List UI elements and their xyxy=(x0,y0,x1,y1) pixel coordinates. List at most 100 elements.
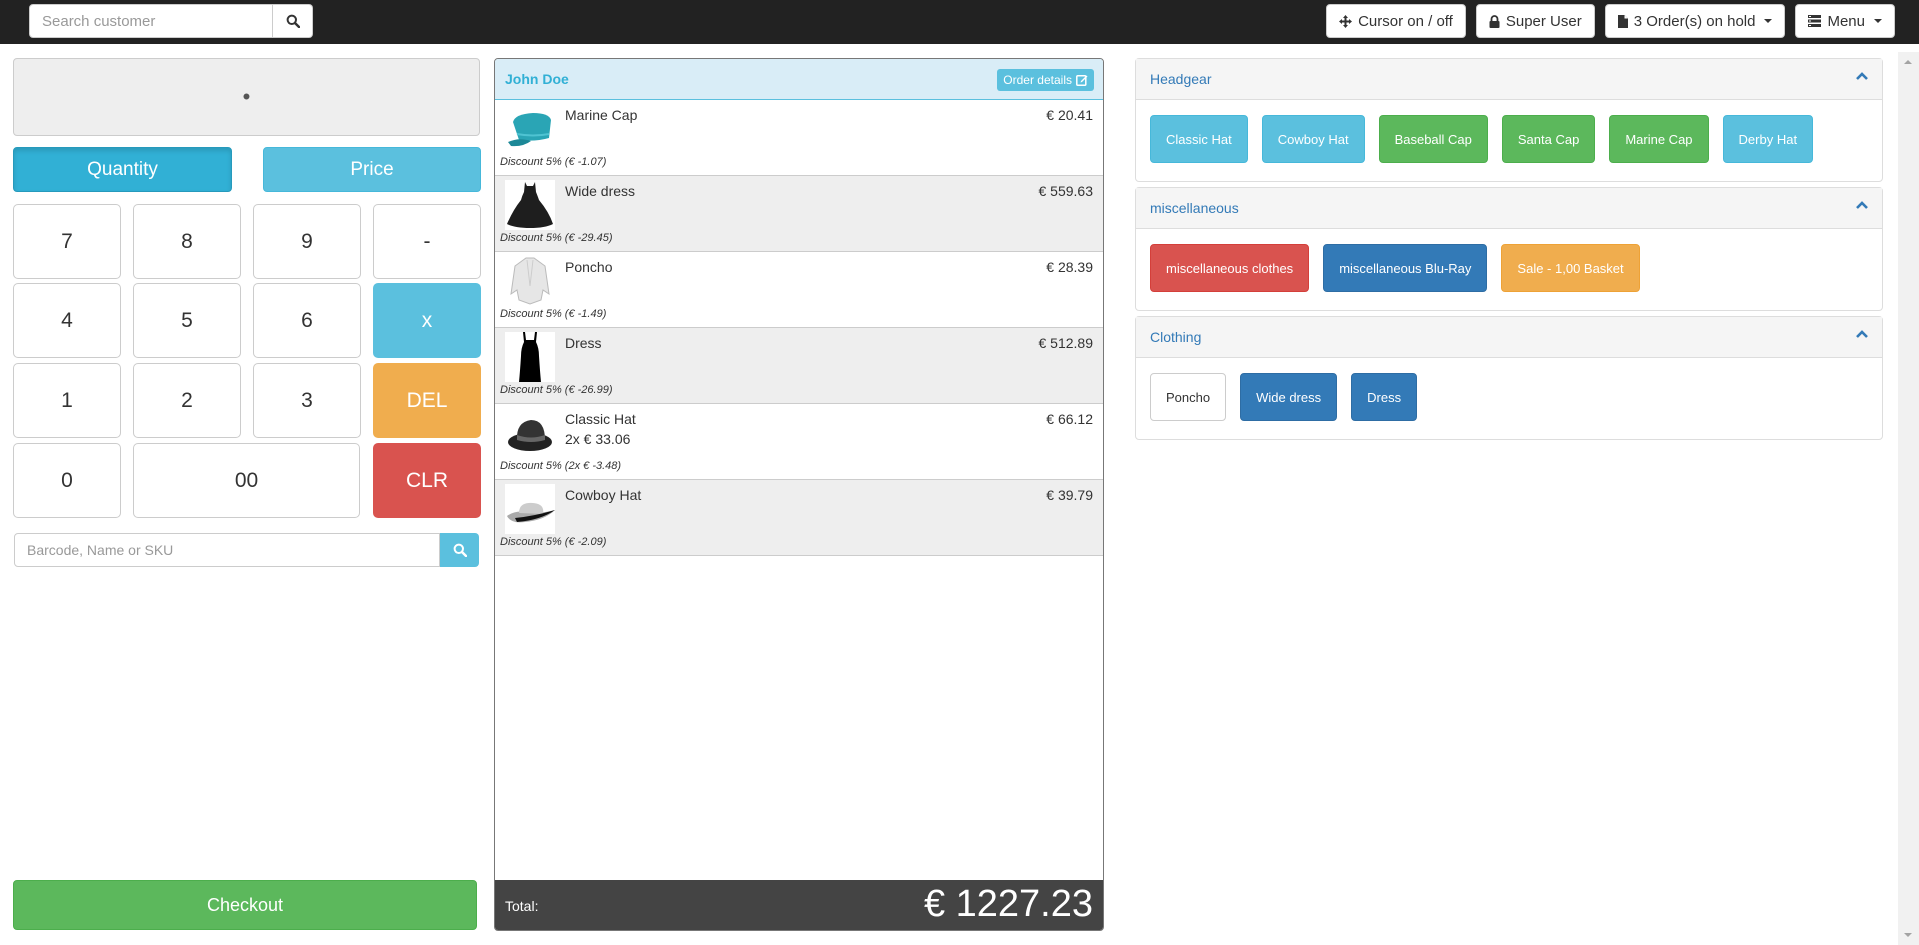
product-button[interactable]: Sale - 1,00 Basket xyxy=(1501,244,1640,292)
cowboy-hat-thumbnail xyxy=(505,484,555,534)
barcode-search-button[interactable] xyxy=(440,533,479,567)
user-button[interactable]: Super User xyxy=(1475,4,1595,38)
line-price: € 28.39 xyxy=(1046,259,1093,275)
user-label: Super User xyxy=(1505,12,1582,30)
total-label: Total: xyxy=(505,898,539,914)
vertical-scrollbar[interactable] xyxy=(1898,52,1919,945)
clear-button[interactable]: CLR xyxy=(373,443,481,518)
category-header[interactable]: miscellaneous xyxy=(1136,188,1882,229)
key-7[interactable]: 7 xyxy=(13,204,121,279)
chevron-up-icon[interactable] xyxy=(1856,71,1868,81)
order-details-label: Order details xyxy=(1003,73,1072,87)
key-9[interactable]: 9 xyxy=(253,204,361,279)
category-panel-headgear: Headgear Classic Hat Cowboy Hat Baseball… xyxy=(1135,58,1883,182)
search-icon xyxy=(453,543,467,557)
quantity-mode-button[interactable]: Quantity xyxy=(13,147,232,192)
order-line[interactable]: Marine Cap € 20.41 Discount 5% (€ -1.07) xyxy=(495,100,1103,176)
category-panel-miscellaneous: miscellaneous miscellaneous clothes misc… xyxy=(1135,187,1883,311)
chevron-up-icon[interactable] xyxy=(1856,200,1868,210)
order-line[interactable]: Classic Hat 2x € 33.06 € 66.12 Discount … xyxy=(495,404,1103,480)
price-mode-button[interactable]: Price xyxy=(263,147,481,192)
line-discount: Discount 5% (€ -26.99) xyxy=(500,384,613,396)
line-name: Cowboy Hat xyxy=(565,487,642,503)
dress-thumbnail xyxy=(505,332,555,382)
key-2[interactable]: 2 xyxy=(133,363,241,438)
category-title: miscellaneous xyxy=(1150,200,1239,216)
product-button[interactable]: miscellaneous Blu-Ray xyxy=(1323,244,1488,292)
search-icon xyxy=(286,14,300,28)
category-panel-clothing: Clothing Poncho Wide dress Dress xyxy=(1135,316,1883,440)
marine-cap-thumbnail xyxy=(508,113,551,147)
line-discount: Discount 5% (€ -29.45) xyxy=(500,232,613,244)
edit-icon xyxy=(1076,75,1088,86)
product-button[interactable]: Derby Hat xyxy=(1722,115,1814,163)
key-multiply[interactable]: x xyxy=(373,283,481,358)
key-4[interactable]: 4 xyxy=(13,283,121,358)
orders-on-hold-dropdown[interactable]: 3 Order(s) on hold xyxy=(1604,4,1786,38)
key-00[interactable]: 00 xyxy=(133,443,360,518)
product-button[interactable]: miscellaneous clothes xyxy=(1150,244,1310,292)
line-discount: Discount 5% (2x € -3.48) xyxy=(500,460,622,472)
line-discount: Discount 5% (€ -2.09) xyxy=(500,536,607,548)
chevron-up-icon[interactable] xyxy=(1856,329,1868,339)
delete-button[interactable]: DEL xyxy=(373,363,481,438)
product-button[interactable]: Marine Cap xyxy=(1609,115,1709,163)
customer-search-input[interactable] xyxy=(29,4,273,38)
caret-down-icon xyxy=(1764,19,1773,23)
product-button[interactable]: Wide dress xyxy=(1240,373,1338,421)
cursor-toggle-button[interactable]: Cursor on / off xyxy=(1326,4,1466,38)
lock-icon xyxy=(1489,14,1500,28)
category-header[interactable]: Clothing xyxy=(1136,317,1882,358)
key-6[interactable]: 6 xyxy=(253,283,361,358)
scroll-up-arrow-icon[interactable] xyxy=(1904,60,1912,64)
product-button[interactable]: Poncho xyxy=(1150,373,1227,421)
barcode-input[interactable] xyxy=(14,533,440,567)
line-name: Poncho xyxy=(565,259,613,275)
key-1[interactable]: 1 xyxy=(13,363,121,438)
menu-list-icon xyxy=(1808,15,1822,27)
numpad-display: • xyxy=(13,58,480,136)
line-price: € 39.79 xyxy=(1046,487,1093,503)
checkout-button[interactable]: Checkout xyxy=(13,880,477,930)
key-8[interactable]: 8 xyxy=(133,204,241,279)
file-icon xyxy=(1617,14,1628,28)
line-price: € 512.89 xyxy=(1038,335,1094,351)
product-button[interactable]: Santa Cap xyxy=(1501,115,1596,163)
key-3[interactable]: 3 xyxy=(253,363,361,438)
order-details-button[interactable]: Order details xyxy=(997,69,1094,91)
menu-dropdown[interactable]: Menu xyxy=(1795,4,1895,38)
order-line[interactable]: Poncho € 28.39 Discount 5% (€ -1.49) xyxy=(495,252,1103,328)
wide-dress-thumbnail xyxy=(505,180,555,230)
order-header: John Doe Order details xyxy=(495,59,1103,100)
poncho-thumbnail xyxy=(510,257,550,305)
product-button[interactable]: Baseball Cap xyxy=(1378,115,1488,163)
key-minus[interactable]: - xyxy=(373,204,481,279)
product-button[interactable]: Cowboy Hat xyxy=(1261,115,1365,163)
key-5[interactable]: 5 xyxy=(133,283,241,358)
customer-search-button[interactable] xyxy=(273,4,313,38)
category-title: Headgear xyxy=(1150,71,1212,87)
product-button[interactable]: Classic Hat xyxy=(1150,115,1248,163)
barcode-search xyxy=(14,533,479,567)
top-navbar: Cursor on / off Super User 3 Order(s) on… xyxy=(0,0,1919,44)
customer-name[interactable]: John Doe xyxy=(505,71,569,87)
scroll-down-arrow-icon[interactable] xyxy=(1904,933,1912,937)
total-value: € 1227.23 xyxy=(923,883,1093,925)
order-line[interactable]: Cowboy Hat € 39.79 Discount 5% (€ -2.09) xyxy=(495,480,1103,556)
line-discount: Discount 5% (€ -1.07) xyxy=(500,156,607,168)
product-button[interactable]: Dress xyxy=(1351,373,1418,421)
line-name: Dress xyxy=(565,335,602,351)
customer-search xyxy=(29,4,313,38)
line-discount: Discount 5% (€ -1.49) xyxy=(500,308,607,320)
line-name: Marine Cap xyxy=(565,107,638,123)
line-price: € 20.41 xyxy=(1046,107,1093,123)
line-price: € 66.12 xyxy=(1046,411,1093,427)
caret-down-icon xyxy=(1874,19,1882,23)
classic-hat-thumbnail xyxy=(508,420,552,451)
line-name: Wide dress xyxy=(565,183,636,199)
order-line[interactable]: Dress € 512.89 Discount 5% (€ -26.99) xyxy=(495,328,1103,404)
key-0[interactable]: 0 xyxy=(13,443,121,518)
order-line[interactable]: Wide dress € 559.63 Discount 5% (€ -29.4… xyxy=(495,176,1103,252)
line-quantity: 2x € 33.06 xyxy=(565,431,631,447)
category-header[interactable]: Headgear xyxy=(1136,59,1882,100)
